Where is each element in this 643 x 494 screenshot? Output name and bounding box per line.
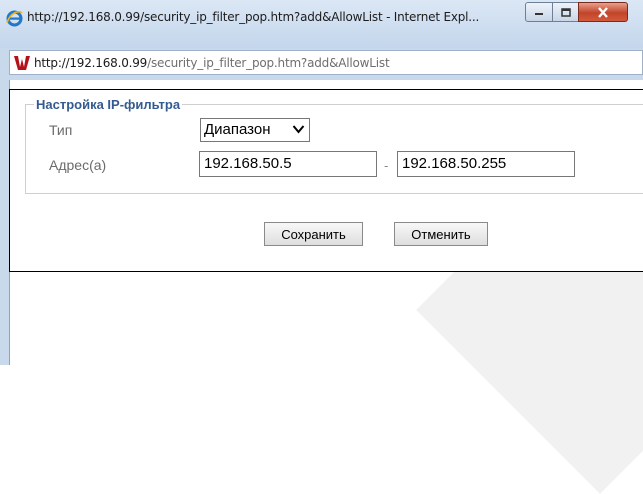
address-to-input[interactable]: 192.168.50.255 (397, 151, 575, 177)
address-url: http://192.168.0.99/security_ip_filter_p… (34, 56, 390, 70)
address-label: Адрес(а) (49, 157, 107, 173)
maximize-icon (560, 7, 571, 17)
type-label: Тип (49, 122, 73, 138)
cancel-button[interactable]: Отменить (394, 222, 488, 246)
save-button[interactable]: Сохранить (264, 222, 363, 246)
url-host: http://192.168.0.99 (34, 56, 148, 70)
type-select[interactable]: Диапазон (200, 118, 310, 142)
url-path: /security_ip_filter_pop.htm?add&AllowLis… (147, 56, 390, 70)
window-controls (525, 2, 637, 24)
ip-filter-fieldset: Настройка IP-фильтра (25, 97, 643, 194)
minimize-icon (535, 13, 543, 15)
ip-filter-legend: Настройка IP-фильтра (36, 97, 181, 112)
close-icon (598, 6, 608, 18)
range-separator: - (384, 158, 389, 173)
internet-explorer-icon (6, 10, 23, 27)
address-from-input[interactable]: 192.168.50.5 (199, 151, 377, 177)
maximize-button[interactable] (552, 2, 579, 22)
close-button[interactable] (578, 2, 628, 22)
window-title: http://192.168.0.99/security_ip_filter_p… (27, 10, 480, 24)
address-bar[interactable]: http://192.168.0.99/security_ip_filter_p… (9, 50, 643, 75)
minimize-button[interactable] (525, 2, 553, 22)
chevron-down-icon (292, 125, 305, 134)
site-favicon (13, 54, 31, 72)
type-select-value: Диапазон (204, 121, 271, 138)
browser-popup-window: http://192.168.0.99/security_ip_filter_p… (0, 0, 643, 494)
